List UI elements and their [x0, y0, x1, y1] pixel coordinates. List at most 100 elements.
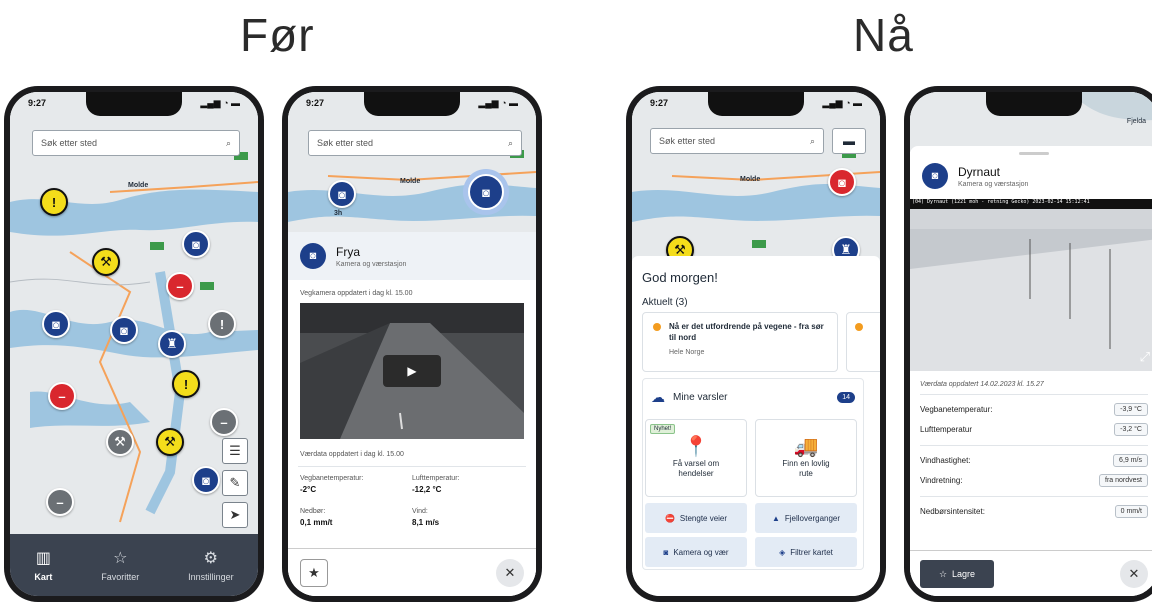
- locate-button[interactable]: ➤: [222, 502, 248, 528]
- truck-icon: 🚚: [793, 436, 819, 458]
- air-temp-label: Lufttemperatur:: [412, 475, 460, 482]
- roadwork-pin[interactable]: ⚒: [156, 428, 184, 456]
- camera-pin[interactable]: ◙: [110, 316, 138, 344]
- alerts-count-badge: 14: [837, 392, 855, 403]
- station-subtitle: Kamera og værstasjon: [958, 180, 1029, 188]
- new-badge: Nyhet!: [650, 424, 676, 434]
- my-alerts-label: Mine varsler: [673, 392, 728, 403]
- now-heading: Nå: [853, 9, 914, 61]
- fullscreen-icon[interactable]: ⤢: [1140, 349, 1150, 365]
- status-time: 9:27: [306, 98, 325, 108]
- selected-camera-pin[interactable]: ◙: [468, 174, 504, 210]
- wind-label: Vind:: [412, 508, 428, 515]
- station-title: Dyrnaut: [958, 164, 1001, 179]
- camera-pin[interactable]: ◙: [328, 180, 356, 208]
- truck-icon: ▬: [843, 134, 855, 148]
- layers-icon: ◈: [779, 547, 786, 557]
- close-button[interactable]: ✕: [1120, 560, 1148, 588]
- news-card-next[interactable]: [846, 312, 880, 372]
- map-icon: ▥: [35, 550, 51, 567]
- edit-button[interactable]: ✎: [222, 470, 248, 496]
- nav-favorites[interactable]: ☆ Favoritter: [101, 548, 139, 582]
- weather-updated-text: Værdata oppdatert 14.02.2023 kl. 15.27: [920, 381, 1044, 388]
- camera-pin[interactable]: ◙: [42, 310, 70, 338]
- close-icon: ✕: [1128, 566, 1140, 581]
- search-icon[interactable]: ⌕: [810, 136, 815, 147]
- close-button[interactable]: ✕: [496, 559, 524, 587]
- map-label-molde: Molde: [740, 176, 761, 183]
- incident-pin[interactable]: ◙: [828, 168, 856, 196]
- alert-tile-incidents-label: Få varsel om hendelser: [672, 459, 720, 478]
- camera-detail-sheet: ◙ Frya Kamera og værstasjon Vegkamera oppd…: [288, 232, 536, 596]
- roadwork-pin[interactable]: ⚒: [106, 428, 134, 456]
- closed-road-pin[interactable]: –: [46, 488, 74, 516]
- phone-alert-icon: 📍: [683, 436, 709, 458]
- bottom-navigation: ▥ Kart ☆ Favoritter ⚙ Innstillinger: [10, 534, 258, 596]
- mountain-passes-button[interactable]: ▲ Fjelloverganger: [755, 503, 857, 533]
- road-temp-label: Vegbanetemperatur:: [920, 404, 993, 414]
- camera-overlay-text: (04) Dyrnaut (1221 moh - retning Gecko) …: [910, 199, 1152, 209]
- alert-tile-route[interactable]: 🚚 Finn en lovlig rute: [755, 419, 857, 497]
- wind-speed-value: 6,9 m/s: [1113, 453, 1148, 467]
- save-button[interactable]: ☆ Lagre: [920, 560, 994, 588]
- alert-icon: ☁: [651, 389, 665, 405]
- road-temp-label: Vegbanetemperatur:: [300, 475, 364, 482]
- phone-now-home: 9:27 ▂▄▆ ◔ ▬ Søk etter sted ⌕ ▬ Molde ◙ ⚒ …: [626, 86, 886, 602]
- news-card[interactable]: Nå er det utfordrende på vegene - fra sø…: [642, 312, 838, 372]
- search-input[interactable]: Søk etter sted ⌕: [32, 130, 240, 156]
- closed-road-pin[interactable]: –: [48, 382, 76, 410]
- phone-before-map: 9:27 ▂▄▆ ◔ ▬ Søk etter sted ⌕ Molde ! ⚒ ◙ …: [4, 86, 264, 602]
- search-icon[interactable]: ⌕: [508, 138, 513, 149]
- play-button[interactable]: ▶: [383, 355, 441, 387]
- map-view[interactable]: Søk etter sted ⌕ Molde ! ⚒ ◙ – ◙ ◙ ♜ ! ! …: [10, 92, 258, 534]
- camera-image[interactable]: ▶: [300, 303, 524, 439]
- nav-settings[interactable]: ⚙ Innstillinger: [188, 548, 234, 582]
- closed-road-pin[interactable]: –: [210, 408, 238, 436]
- camera-image[interactable]: (04) Dyrnaut (1221 moh - retning Gecko) …: [910, 199, 1152, 371]
- camera-icon: ◙: [663, 547, 669, 557]
- precip-label: Nedbørsintensitet:: [920, 506, 985, 516]
- vehicle-type-button[interactable]: ▬: [832, 128, 866, 154]
- search-input[interactable]: Søk etter sted ⌕: [308, 130, 522, 156]
- before-heading: Før: [240, 9, 315, 61]
- news-area: Hele Norge: [669, 349, 705, 356]
- wind-direction-value: fra nordvest: [1099, 473, 1148, 487]
- road-temp-value: -3,9 °C: [1114, 402, 1148, 416]
- nav-map[interactable]: ▥ Kart: [34, 548, 52, 582]
- camera-pin[interactable]: ◙: [182, 230, 210, 258]
- drag-handle[interactable]: [1019, 152, 1049, 155]
- air-temp-label: Lufttemperatur: [920, 424, 973, 434]
- weather-updated-text: Værdata oppdatert i dag kl. 15.00: [300, 451, 404, 458]
- closed-road-pin[interactable]: –: [166, 272, 194, 300]
- map-view[interactable]: Søk etter sted ⌕ ▬ Molde ◙ ⚒ ♜: [632, 92, 880, 262]
- precip-label: Nedbør:: [300, 508, 326, 515]
- station-subtitle: Kamera og værstasjon: [336, 260, 407, 268]
- closed-road-icon: ⛔: [664, 513, 675, 523]
- camera-pin[interactable]: ◙: [192, 466, 220, 494]
- play-icon: ▶: [407, 364, 417, 378]
- alert-tile-incidents[interactable]: Nyhet! 📍 Få varsel om hendelser: [645, 419, 747, 497]
- news-section-label: Aktuelt (3): [642, 297, 688, 308]
- air-temp-value: -3,2 °C: [1114, 422, 1148, 436]
- status-icons: ▂▄▆ ◔ ▬: [822, 98, 862, 108]
- search-icon[interactable]: ⌕: [226, 138, 231, 149]
- favorite-button[interactable]: ★: [300, 559, 328, 587]
- status-icons: ▂▄▆ ◔ ▬: [200, 98, 240, 108]
- my-alerts-card[interactable]: ☁ Mine varsler 14 Nyhet! 📍 Få varsel om …: [642, 378, 864, 570]
- warning-pin[interactable]: !: [40, 188, 68, 216]
- precip-value: 0,1 mm/t: [300, 518, 333, 527]
- filter-button[interactable]: ☰: [222, 438, 248, 464]
- closed-roads-button[interactable]: ⛔ Stengte veier: [645, 503, 747, 533]
- camera-weather-button[interactable]: ◙ Kamera og vær: [645, 537, 747, 567]
- info-pin[interactable]: !: [208, 310, 236, 338]
- mountain-icon: ▲: [771, 513, 780, 523]
- camera-detail-sheet: ◙ Dyrnaut Kamera og værstasjon (04) Dyrnau…: [910, 146, 1152, 596]
- status-icons: ▂▄▆ ◔ ▬: [478, 98, 518, 108]
- search-input[interactable]: Søk etter sted ⌕: [650, 128, 824, 154]
- alert-tile-route-label: Finn en lovlig rute: [782, 459, 830, 478]
- filter-map-button[interactable]: ◈ Filtrer kartet: [755, 537, 857, 567]
- warning-pin[interactable]: !: [172, 370, 200, 398]
- weather-station-pin[interactable]: ♜: [158, 330, 186, 358]
- roadwork-pin[interactable]: ⚒: [92, 248, 120, 276]
- news-title: Nå er det utfordrende på vegene - fra sø…: [669, 322, 824, 342]
